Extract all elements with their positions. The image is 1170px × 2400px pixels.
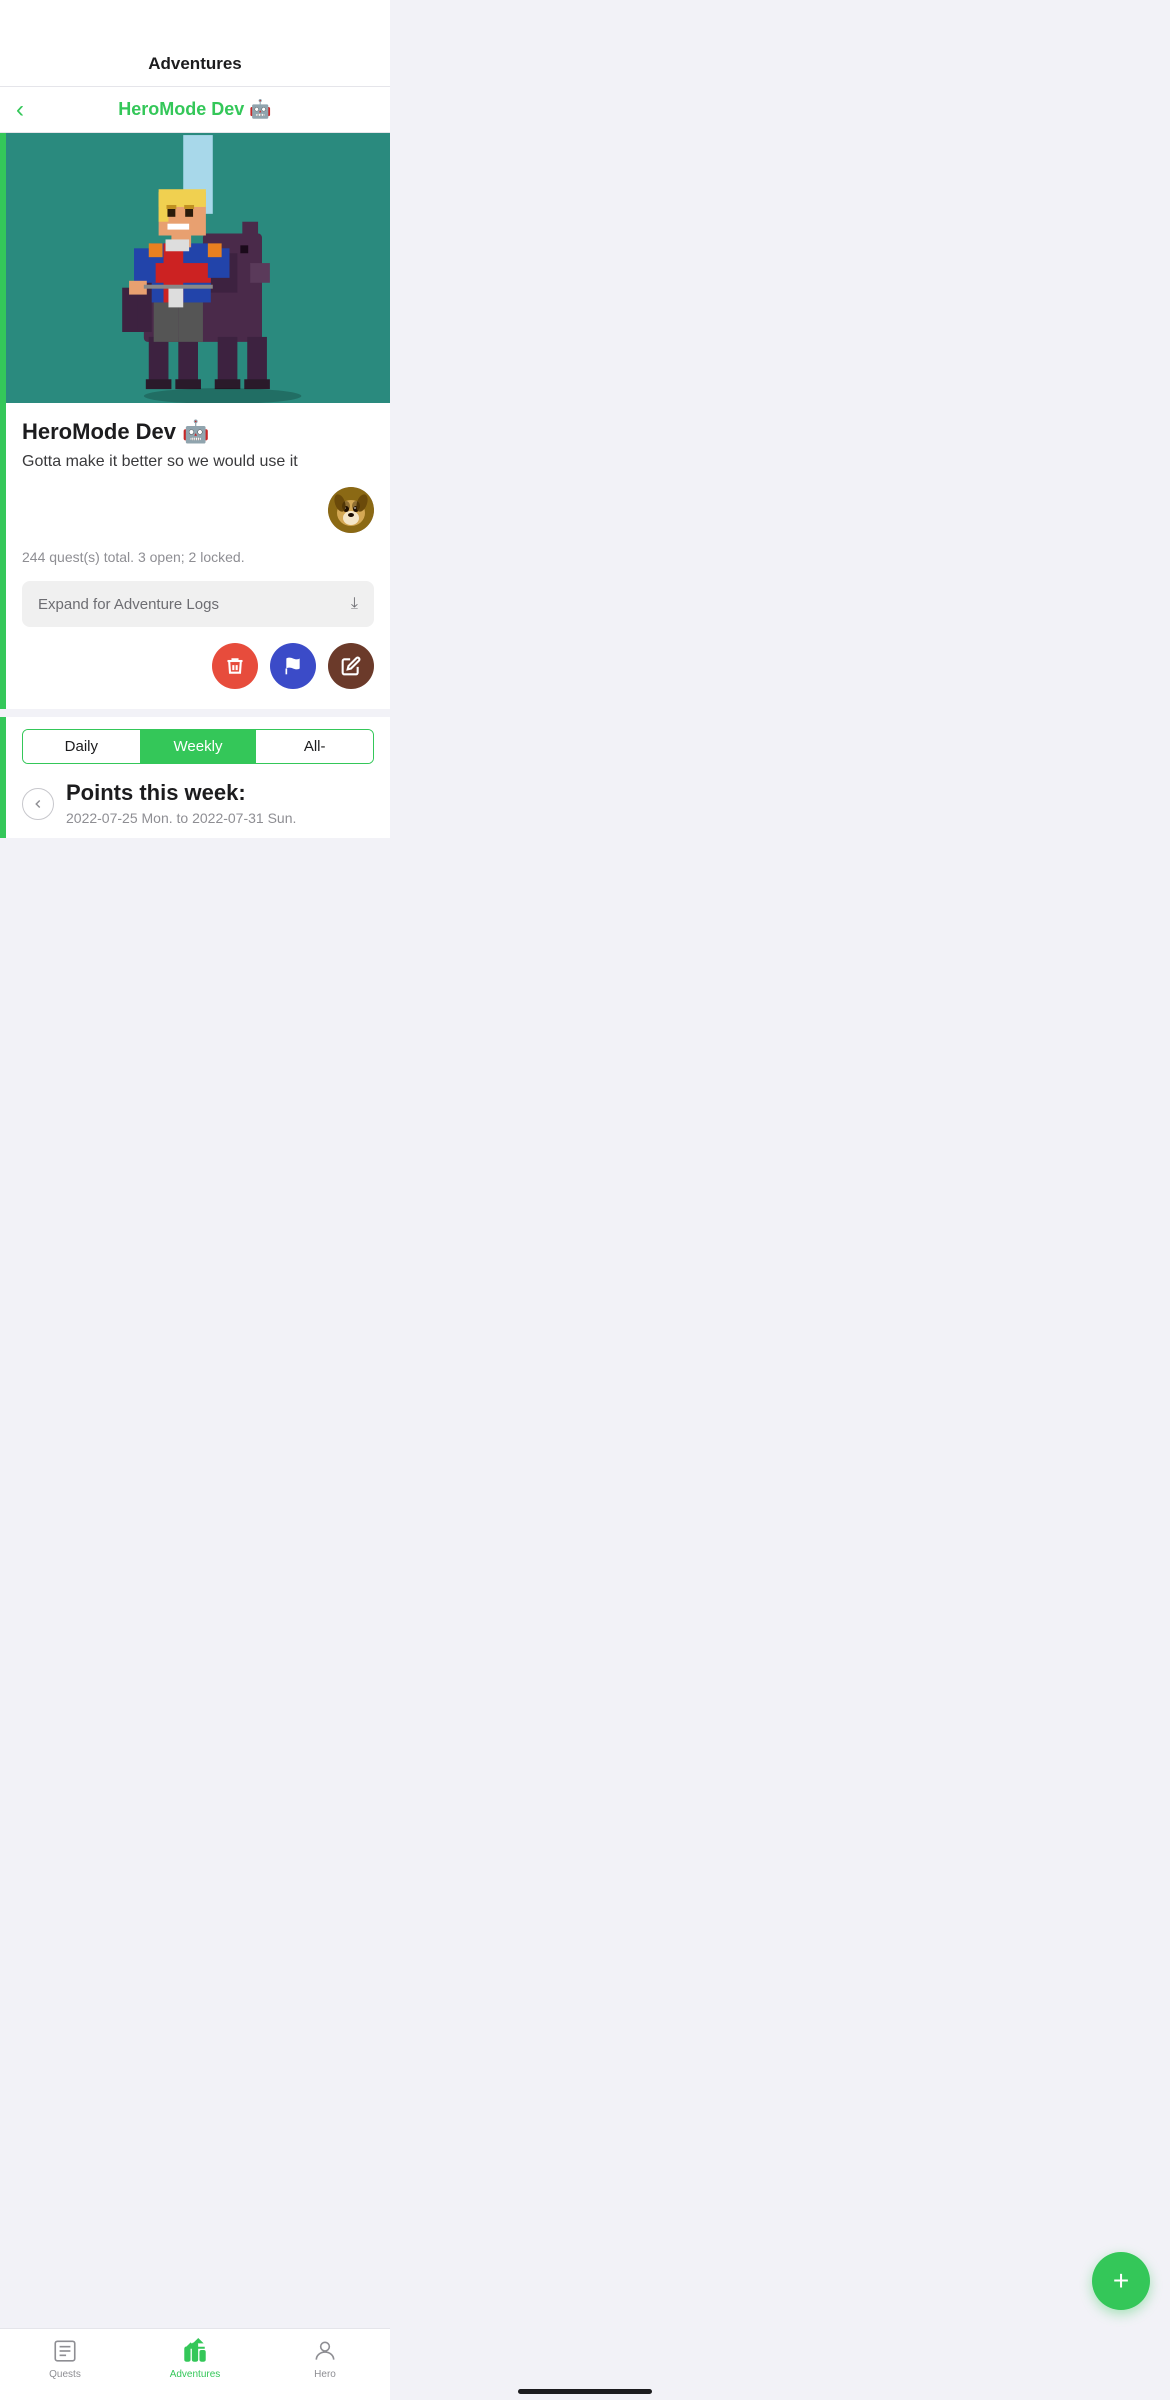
weekly-card: Daily Weekly All- Points this week: 2022… bbox=[0, 717, 390, 838]
avatar bbox=[328, 487, 374, 533]
prev-week-button[interactable] bbox=[22, 788, 54, 820]
nav-adventures[interactable]: Adventures bbox=[130, 2337, 260, 2380]
adventure-description: Gotta make it better so we would use it bbox=[22, 453, 374, 471]
date-range: 2022-07-25 Mon. to 2022-07-31 Sun. bbox=[66, 810, 296, 826]
action-buttons bbox=[22, 643, 374, 693]
flag-icon bbox=[283, 656, 303, 676]
tab-daily[interactable]: Daily bbox=[23, 730, 140, 763]
pixel-art-image bbox=[6, 133, 390, 403]
card-body: HeroMode Dev 🤖 Gotta make it better so w… bbox=[6, 403, 390, 709]
expand-logs-label: Expand for Adventure Logs bbox=[38, 596, 219, 613]
page-title: Adventures bbox=[148, 54, 242, 73]
adventure-card: HeroMode Dev 🤖 Gotta make it better so w… bbox=[0, 133, 390, 709]
quests-label: Quests bbox=[49, 2369, 81, 2380]
hero-label: Hero bbox=[314, 2369, 336, 2380]
main-content: HeroMode Dev 🤖 Gotta make it better so w… bbox=[0, 133, 390, 838]
tab-all[interactable]: All- bbox=[256, 730, 373, 763]
expand-logs-button[interactable]: Expand for Adventure Logs ⤓ bbox=[22, 581, 374, 627]
adventures-label: Adventures bbox=[170, 2369, 221, 2380]
nav-hero[interactable]: Hero bbox=[260, 2337, 390, 2380]
hero-image bbox=[6, 133, 390, 403]
avatar-image bbox=[328, 487, 374, 533]
bottom-nav: Quests Adventures Hero bbox=[0, 2328, 390, 2400]
home-indicator bbox=[518, 2389, 652, 2394]
avatar-row bbox=[22, 487, 374, 533]
add-fab-button[interactable]: + bbox=[1092, 2252, 1150, 2310]
tab-bar: Daily Weekly All- bbox=[22, 729, 374, 764]
weekly-content: Points this week: 2022-07-25 Mon. to 202… bbox=[66, 780, 296, 826]
flag-button[interactable] bbox=[270, 643, 316, 689]
header: Adventures bbox=[0, 44, 390, 87]
tab-weekly[interactable]: Weekly bbox=[140, 730, 257, 763]
edit-icon bbox=[341, 656, 361, 676]
trash-icon bbox=[225, 656, 245, 676]
nav-quests[interactable]: Quests bbox=[0, 2337, 130, 2380]
quests-icon bbox=[51, 2337, 79, 2365]
adventures-icon bbox=[181, 2337, 209, 2365]
hero-icon bbox=[311, 2337, 339, 2365]
points-title: Points this week: bbox=[66, 780, 296, 806]
delete-button[interactable] bbox=[212, 643, 258, 689]
edit-button[interactable] bbox=[328, 643, 374, 689]
status-bar bbox=[0, 0, 390, 44]
sub-header: ‹ HeroMode Dev 🤖 bbox=[0, 87, 390, 133]
back-button[interactable]: ‹ bbox=[16, 96, 24, 124]
quest-stats: 244 quest(s) total. 3 open; 2 locked. bbox=[22, 549, 374, 565]
chevron-left-icon bbox=[31, 797, 45, 811]
chevron-down-icon: ⤓ bbox=[351, 595, 358, 613]
adventure-nav-title: HeroMode Dev 🤖 bbox=[118, 99, 271, 120]
adventure-title: HeroMode Dev 🤖 bbox=[22, 419, 374, 445]
